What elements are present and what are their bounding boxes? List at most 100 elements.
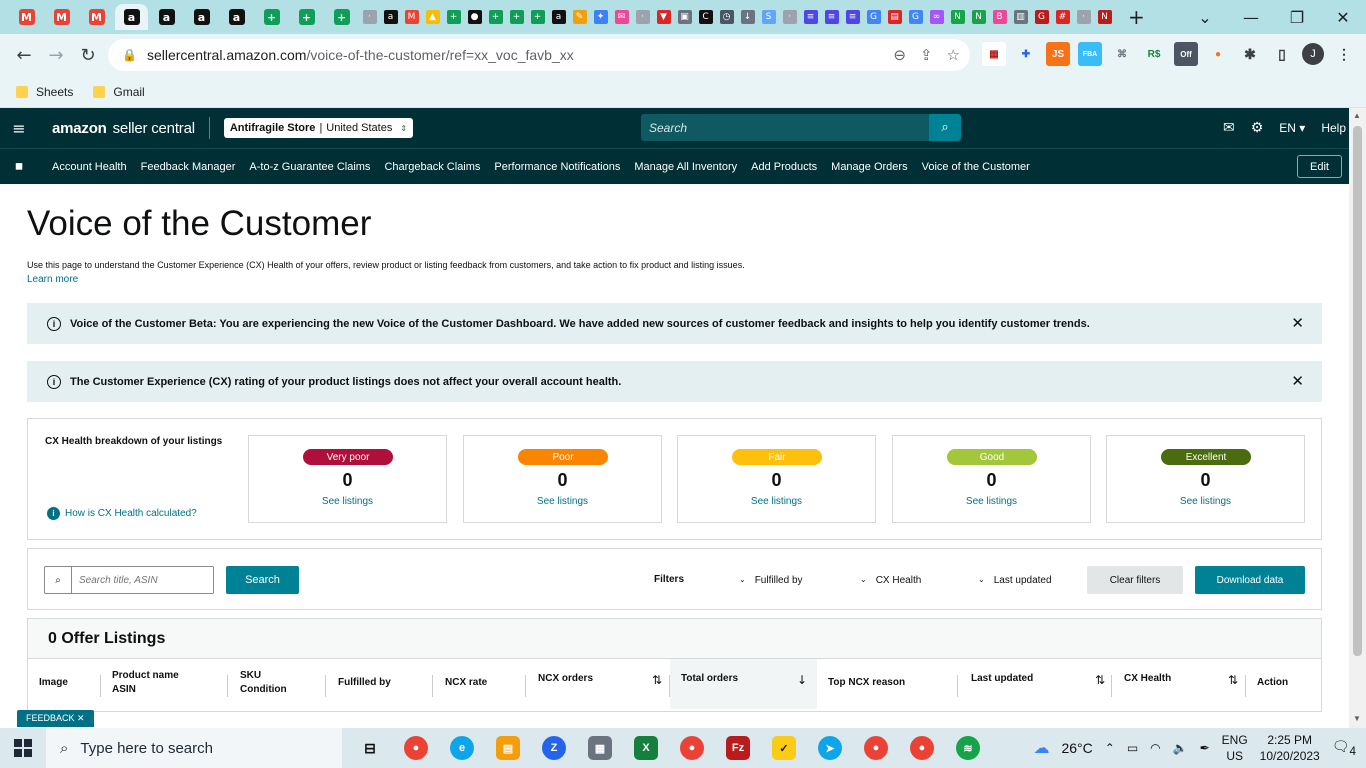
tab-generic[interactable]: ↓: [738, 4, 757, 30]
extension-icon[interactable]: ▦: [982, 42, 1006, 66]
weather-icon[interactable]: ☁: [1033, 738, 1049, 758]
tab-generic[interactable]: ▣: [675, 4, 694, 30]
extension-off-icon[interactable]: Off: [1174, 42, 1198, 66]
nav-a-to-z-claims[interactable]: A-to-z Guarantee Claims: [249, 161, 370, 173]
battery-icon[interactable]: ▭: [1127, 741, 1138, 755]
tab-generic[interactable]: ▥: [1011, 4, 1030, 30]
url-text[interactable]: sellercentral.amazon.com/voice-of-the-cu…: [147, 47, 574, 63]
sort-icon[interactable]: ⇅: [652, 673, 662, 687]
see-listings-link[interactable]: See listings: [893, 496, 1090, 507]
listing-search-input[interactable]: [72, 567, 213, 593]
sort-icon[interactable]: ⇅: [1095, 673, 1105, 687]
cx-health-how-link[interactable]: i How is CX Health calculated?: [47, 507, 197, 520]
nav-account-health[interactable]: Account Health: [52, 161, 127, 173]
notifications-icon[interactable]: 🗨4: [1332, 738, 1356, 758]
learn-more-link[interactable]: Learn more: [27, 274, 78, 285]
col-cx-health[interactable]: CX Health: [1124, 672, 1171, 686]
wifi-icon[interactable]: ◠: [1150, 741, 1160, 755]
tab-drive[interactable]: ▲: [423, 4, 442, 30]
tab-generic[interactable]: N: [969, 4, 988, 30]
tab-generic[interactable]: ✦: [591, 4, 610, 30]
tab-sheets[interactable]: +: [507, 4, 526, 30]
tab-sheets[interactable]: +: [290, 4, 323, 30]
tab-generic[interactable]: N: [948, 4, 967, 30]
tab-google[interactable]: G: [864, 4, 883, 30]
share-icon[interactable]: ⇪: [920, 46, 933, 64]
tab-forms[interactable]: ≡: [822, 4, 841, 30]
tab-amazon[interactable]: a: [381, 4, 400, 30]
windows-start-icon[interactable]: [0, 739, 46, 757]
tab-gmail[interactable]: M: [80, 4, 113, 30]
volume-icon[interactable]: 🔈: [1173, 741, 1188, 755]
telegram-icon[interactable]: ➤: [814, 732, 846, 764]
nav-manage-orders[interactable]: Manage Orders: [831, 161, 907, 173]
sticky-notes-icon[interactable]: ✓: [768, 732, 800, 764]
new-tab-icon[interactable]: +: [1128, 5, 1145, 29]
tab-generic[interactable]: ✎: [570, 4, 589, 30]
see-listings-link[interactable]: See listings: [678, 496, 875, 507]
restore-icon[interactable]: ❐: [1274, 8, 1320, 27]
taskbar-search[interactable]: ⌕ Type here to search: [46, 728, 342, 768]
menu-kebab-icon[interactable]: ⋮: [1332, 42, 1356, 66]
pen-icon[interactable]: ✒: [1200, 741, 1210, 755]
nav-chargeback-claims[interactable]: Chargeback Claims: [384, 161, 480, 173]
download-data-button[interactable]: Download data: [1195, 566, 1305, 594]
tab-sheets[interactable]: +: [444, 4, 463, 30]
tab-forms[interactable]: ≡: [801, 4, 820, 30]
extensions-puzzle-icon[interactable]: ✱: [1238, 42, 1262, 66]
seller-search-input[interactable]: [641, 114, 929, 141]
seller-central-logo[interactable]: amazon seller central: [52, 120, 195, 137]
reload-icon[interactable]: ↻: [72, 45, 104, 66]
tab-gmail[interactable]: M: [10, 4, 43, 30]
nav-manage-inventory[interactable]: Manage All Inventory: [634, 161, 737, 173]
nav-performance-notifications[interactable]: Performance Notifications: [494, 161, 620, 173]
edge-icon[interactable]: e: [446, 732, 478, 764]
tab-amazon[interactable]: a: [220, 4, 253, 30]
profile-avatar[interactable]: J: [1302, 43, 1324, 65]
extension-icon[interactable]: ●: [1206, 42, 1230, 66]
tab-generic[interactable]: G: [1032, 4, 1051, 30]
tab-generic[interactable]: ·: [780, 4, 799, 30]
excel-icon[interactable]: X: [630, 732, 662, 764]
extension-rs-icon[interactable]: R$: [1142, 42, 1166, 66]
address-bar[interactable]: 🔒 sellercentral.amazon.com/voice-of-the-…: [108, 39, 970, 71]
tab-generic[interactable]: #: [1053, 4, 1072, 30]
minimize-icon[interactable]: —: [1228, 8, 1274, 27]
close-window-icon[interactable]: ✕: [1320, 8, 1366, 27]
scrollbar-thumb[interactable]: [1353, 126, 1362, 656]
tab-sheets[interactable]: +: [486, 4, 505, 30]
tab-generic[interactable]: ·: [1074, 4, 1093, 30]
clock[interactable]: 2:25 PM 10/20/2023: [1260, 732, 1320, 764]
col-last-updated[interactable]: Last updated: [971, 672, 1033, 686]
help-link[interactable]: Help: [1321, 121, 1346, 135]
tab-gmail[interactable]: M: [45, 4, 78, 30]
hamburger-menu-icon[interactable]: ≡: [0, 119, 38, 138]
col-total-orders[interactable]: Total orders: [681, 672, 738, 686]
lock-icon[interactable]: 🔒: [122, 48, 137, 62]
file-explorer-icon[interactable]: ▤: [492, 732, 524, 764]
extension-fba-icon[interactable]: FBA: [1078, 42, 1102, 66]
forward-icon[interactable]: →: [40, 45, 72, 66]
nav-add-products[interactable]: Add Products: [751, 161, 817, 173]
tab-sheets[interactable]: +: [528, 4, 547, 30]
scroll-up-icon[interactable]: ▲: [1353, 111, 1361, 120]
calculator-icon[interactable]: ▦: [584, 732, 616, 764]
extension-icon[interactable]: ⌘: [1110, 42, 1134, 66]
chrome-icon[interactable]: ●: [906, 732, 938, 764]
extension-js-icon[interactable]: JS: [1046, 42, 1070, 66]
weather-temp[interactable]: 26°C: [1061, 740, 1092, 756]
tab-generic[interactable]: ·: [633, 4, 652, 30]
tab-forms[interactable]: ≡: [843, 4, 862, 30]
side-panel-icon[interactable]: ▯: [1270, 42, 1294, 66]
tray-chevron-icon[interactable]: ⌃: [1105, 741, 1115, 755]
see-listings-link[interactable]: See listings: [249, 496, 446, 507]
search-icon[interactable]: ⌕: [929, 114, 961, 141]
search-button[interactable]: Search: [226, 566, 299, 594]
tab-gmail[interactable]: M: [402, 4, 421, 30]
zoom-app-icon[interactable]: Z: [538, 732, 570, 764]
tab-amazon[interactable]: a: [150, 4, 183, 30]
bookmark-gmail[interactable]: Gmail: [93, 85, 145, 99]
nav-feedback-manager[interactable]: Feedback Manager: [141, 161, 236, 173]
tab-amazon-active[interactable]: a: [115, 4, 148, 30]
scroll-down-icon[interactable]: ▼: [1353, 714, 1361, 723]
